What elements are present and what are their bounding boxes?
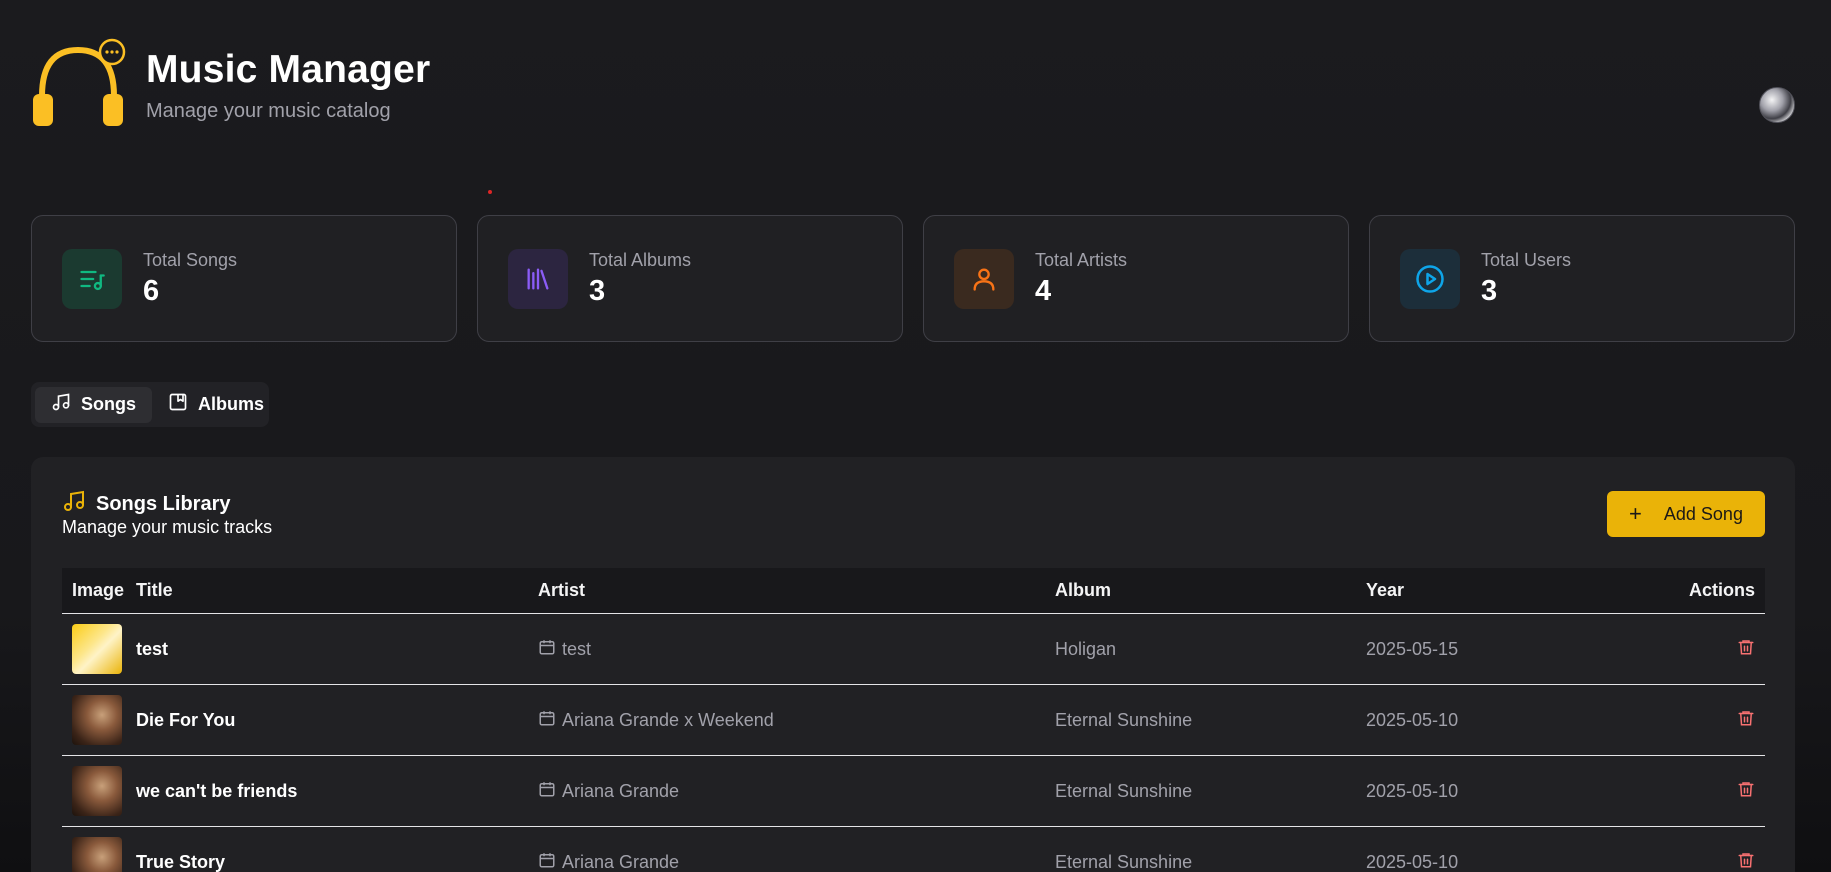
tab-label: Songs <box>81 394 137 414</box>
table-row: we can't be friends Ariana Grande Eterna… <box>62 756 1765 827</box>
songs-library-panel: Songs Library Manage your music tracks +… <box>31 457 1795 872</box>
header-year: Year <box>1366 580 1405 600</box>
delete-trash-icon[interactable] <box>1737 780 1755 803</box>
indicator-dot <box>488 190 492 194</box>
song-album: Eternal Sunshine <box>1055 851 1193 872</box>
calendar-icon <box>538 638 562 661</box>
stat-card-albums: Total Albums 3 <box>477 215 903 342</box>
user-icon <box>954 248 1014 309</box>
stat-card-songs: Total Songs 6 <box>31 215 457 342</box>
view-tabs: Songs Albums <box>31 382 269 427</box>
stat-value: 4 <box>1035 274 1052 307</box>
song-album: Eternal Sunshine <box>1055 780 1193 801</box>
panel-title-text: Songs Library <box>96 492 231 515</box>
album-icon <box>168 392 198 417</box>
header-album: Album <box>1055 580 1111 600</box>
music-note-icon <box>62 489 96 519</box>
stat-label: Total Songs <box>143 249 238 270</box>
song-year: 2025-05-10 <box>1366 851 1459 872</box>
stat-value: 3 <box>1481 274 1498 307</box>
song-artist: test <box>562 638 592 659</box>
song-artist: Ariana Grande <box>562 780 680 801</box>
add-song-button[interactable]: + Add Song <box>1607 491 1765 537</box>
stats-row: Total Songs 6 Total Albums 3 Total Artis… <box>31 215 1795 342</box>
song-artist: Ariana Grande x Weekend <box>562 709 774 730</box>
song-album: Eternal Sunshine <box>1055 709 1193 730</box>
stat-label: Total Artists <box>1035 249 1128 270</box>
song-title: test <box>136 638 169 659</box>
table-row: test test Holigan 2025-05-15 <box>62 614 1765 685</box>
calendar-icon <box>538 780 562 803</box>
add-song-label: Add Song <box>1663 503 1743 524</box>
app-header: Music Manager Manage your music catalog <box>30 36 430 136</box>
tab-label: Albums <box>198 394 265 414</box>
songs-table: Image Title Artist Album Year Actions te… <box>62 568 1765 872</box>
play-circle-icon <box>1400 248 1460 309</box>
stat-label: Total Users <box>1481 249 1572 270</box>
avatar[interactable] <box>1759 87 1795 123</box>
music-manager-page: Music Manager Manage your music catalog … <box>0 0 1831 872</box>
panel-title: Songs Library <box>62 489 230 519</box>
tab-albums[interactable]: Albums <box>152 387 280 423</box>
table-row: Die For You Ariana Grande x Weekend Eter… <box>62 685 1765 756</box>
header-title: Title <box>136 580 173 600</box>
playlist-icon <box>62 248 122 309</box>
calendar-icon <box>538 851 562 872</box>
tab-songs[interactable]: Songs <box>35 386 153 423</box>
song-thumbnail <box>72 695 122 745</box>
headphones-logo-icon <box>30 36 130 136</box>
plus-icon: + <box>1629 501 1642 526</box>
delete-trash-icon[interactable] <box>1737 851 1755 872</box>
header-image: Image <box>72 580 125 600</box>
song-year: 2025-05-15 <box>1366 638 1459 659</box>
header-actions: Actions <box>1688 580 1755 600</box>
song-title: Die For You <box>136 709 236 730</box>
stat-value: 3 <box>589 274 606 307</box>
song-year: 2025-05-10 <box>1366 709 1459 730</box>
page-subtitle: Manage your music catalog <box>146 100 391 122</box>
stat-label: Total Albums <box>589 249 692 270</box>
calendar-icon <box>538 709 562 732</box>
song-thumbnail <box>72 837 122 872</box>
stat-value: 6 <box>143 274 160 307</box>
song-year: 2025-05-10 <box>1366 780 1459 801</box>
panel-subtitle: Manage your music tracks <box>62 517 273 537</box>
table-header: Image Title Artist Album Year Actions <box>62 568 1765 614</box>
page-title: Music Manager <box>146 48 431 91</box>
song-thumbnail <box>72 624 122 674</box>
stat-card-artists: Total Artists 4 <box>923 215 1349 342</box>
table-row: True Story Ariana Grande Eternal Sunshin… <box>62 827 1765 872</box>
delete-trash-icon[interactable] <box>1737 709 1755 732</box>
header-artist: Artist <box>538 580 586 600</box>
song-title: True Story <box>136 851 226 872</box>
music-note-icon <box>51 392 81 417</box>
brand-block: Music Manager Manage your music catalog <box>146 48 430 123</box>
stat-card-users: Total Users 3 <box>1369 215 1795 342</box>
song-title: we can't be friends <box>136 780 298 801</box>
song-album: Holigan <box>1055 638 1117 659</box>
song-artist: Ariana Grande <box>562 851 680 872</box>
delete-trash-icon[interactable] <box>1737 638 1755 661</box>
song-thumbnail <box>72 766 122 816</box>
library-icon <box>508 248 568 309</box>
